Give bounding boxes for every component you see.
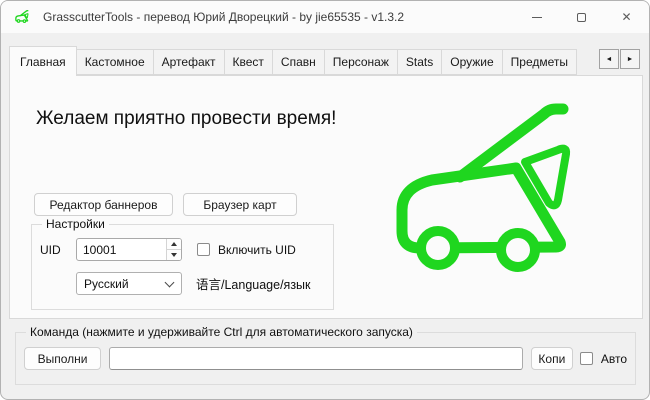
minimize-icon bbox=[532, 17, 542, 18]
arrow-left-icon: ◄ bbox=[606, 56, 613, 63]
tab-character[interactable]: Персонаж bbox=[324, 49, 398, 75]
close-icon: ✕ bbox=[621, 11, 631, 23]
tools-button-row: Редактор баннеров Браузер карт bbox=[34, 193, 297, 216]
spin-up-icon bbox=[171, 242, 177, 246]
uid-spin-buttons bbox=[166, 239, 181, 260]
command-groupbox: Команда (нажмите и удерживайте Ctrl для … bbox=[15, 325, 636, 385]
uid-input[interactable] bbox=[77, 239, 166, 260]
checkbox-box bbox=[197, 243, 210, 256]
uid-row: UID Включить UID bbox=[40, 238, 325, 261]
copy-button[interactable]: Копи bbox=[531, 347, 573, 370]
settings-groupbox-title: Настройки bbox=[42, 217, 109, 231]
maximize-icon bbox=[577, 13, 586, 22]
tab-scroll-left-button[interactable]: ◄ bbox=[599, 49, 619, 69]
checkbox-box bbox=[580, 352, 593, 365]
spin-down-button[interactable] bbox=[167, 250, 181, 260]
tab-stats[interactable]: Stats bbox=[397, 49, 442, 75]
map-browser-button[interactable]: Браузер карт bbox=[183, 193, 297, 216]
tab-bar: Главная Кастомное Артефакт Квест Спавн П… bbox=[9, 46, 641, 76]
tab-weapon[interactable]: Оружие bbox=[441, 49, 502, 75]
tab-quest[interactable]: Квест bbox=[224, 49, 273, 75]
tab-scroll-right-button[interactable]: ► bbox=[620, 49, 640, 69]
tab-artifact[interactable]: Артефакт bbox=[153, 49, 225, 75]
language-row: Русский 语言/Language/язык bbox=[40, 272, 325, 295]
welcome-text: Желаем приятно провести время! bbox=[36, 108, 336, 130]
tab-main[interactable]: Главная bbox=[9, 46, 77, 76]
enable-uid-label: Включить UID bbox=[218, 243, 296, 257]
run-button[interactable]: Выполни bbox=[24, 347, 101, 370]
enable-uid-checkbox[interactable]: Включить UID bbox=[197, 243, 296, 257]
command-groupbox-title: Команда (нажмите и удерживайте Ctrl для … bbox=[26, 325, 417, 339]
minimize-button[interactable] bbox=[514, 1, 559, 33]
spin-down-icon bbox=[171, 253, 177, 257]
language-hint-label: 语言/Language/язык bbox=[196, 274, 311, 293]
maximize-button[interactable] bbox=[559, 1, 604, 33]
settings-groupbox: Настройки UID Включить bbox=[31, 217, 334, 310]
spin-up-button[interactable] bbox=[167, 239, 181, 250]
auto-checkbox[interactable]: Авто bbox=[580, 352, 627, 366]
language-dropdown[interactable]: Русский bbox=[76, 272, 182, 295]
titlebar: GrasscutterTools - перевод Юрий Дворецки… bbox=[1, 1, 649, 33]
caption-buttons: ✕ bbox=[514, 1, 649, 33]
main-tab-page: Желаем приятно провести время! Редактор … bbox=[9, 75, 643, 319]
arrow-right-icon: ► bbox=[627, 56, 634, 63]
grasscutter-car-logo bbox=[382, 86, 642, 321]
close-button[interactable]: ✕ bbox=[604, 1, 649, 33]
uid-label: UID bbox=[40, 243, 67, 257]
chevron-down-icon bbox=[165, 277, 175, 287]
app-logo-icon bbox=[14, 9, 34, 26]
language-selected-value: Русский bbox=[84, 277, 166, 291]
tab-spawn[interactable]: Спавн bbox=[272, 49, 325, 75]
uid-spinner bbox=[76, 238, 182, 261]
banner-editor-button[interactable]: Редактор баннеров bbox=[34, 193, 173, 216]
tab-items[interactable]: Предметы bbox=[502, 49, 577, 75]
tab-custom[interactable]: Кастомное bbox=[76, 49, 154, 75]
app-window: GrasscutterTools - перевод Юрий Дворецки… bbox=[0, 0, 650, 400]
window-title: GrasscutterTools - перевод Юрий Дворецки… bbox=[43, 10, 404, 24]
command-input[interactable] bbox=[109, 347, 523, 370]
tab-scroll-buttons: ◄ ► bbox=[599, 49, 640, 69]
command-row: Выполни Копи Авто bbox=[24, 347, 627, 370]
auto-label: Авто bbox=[601, 352, 627, 366]
